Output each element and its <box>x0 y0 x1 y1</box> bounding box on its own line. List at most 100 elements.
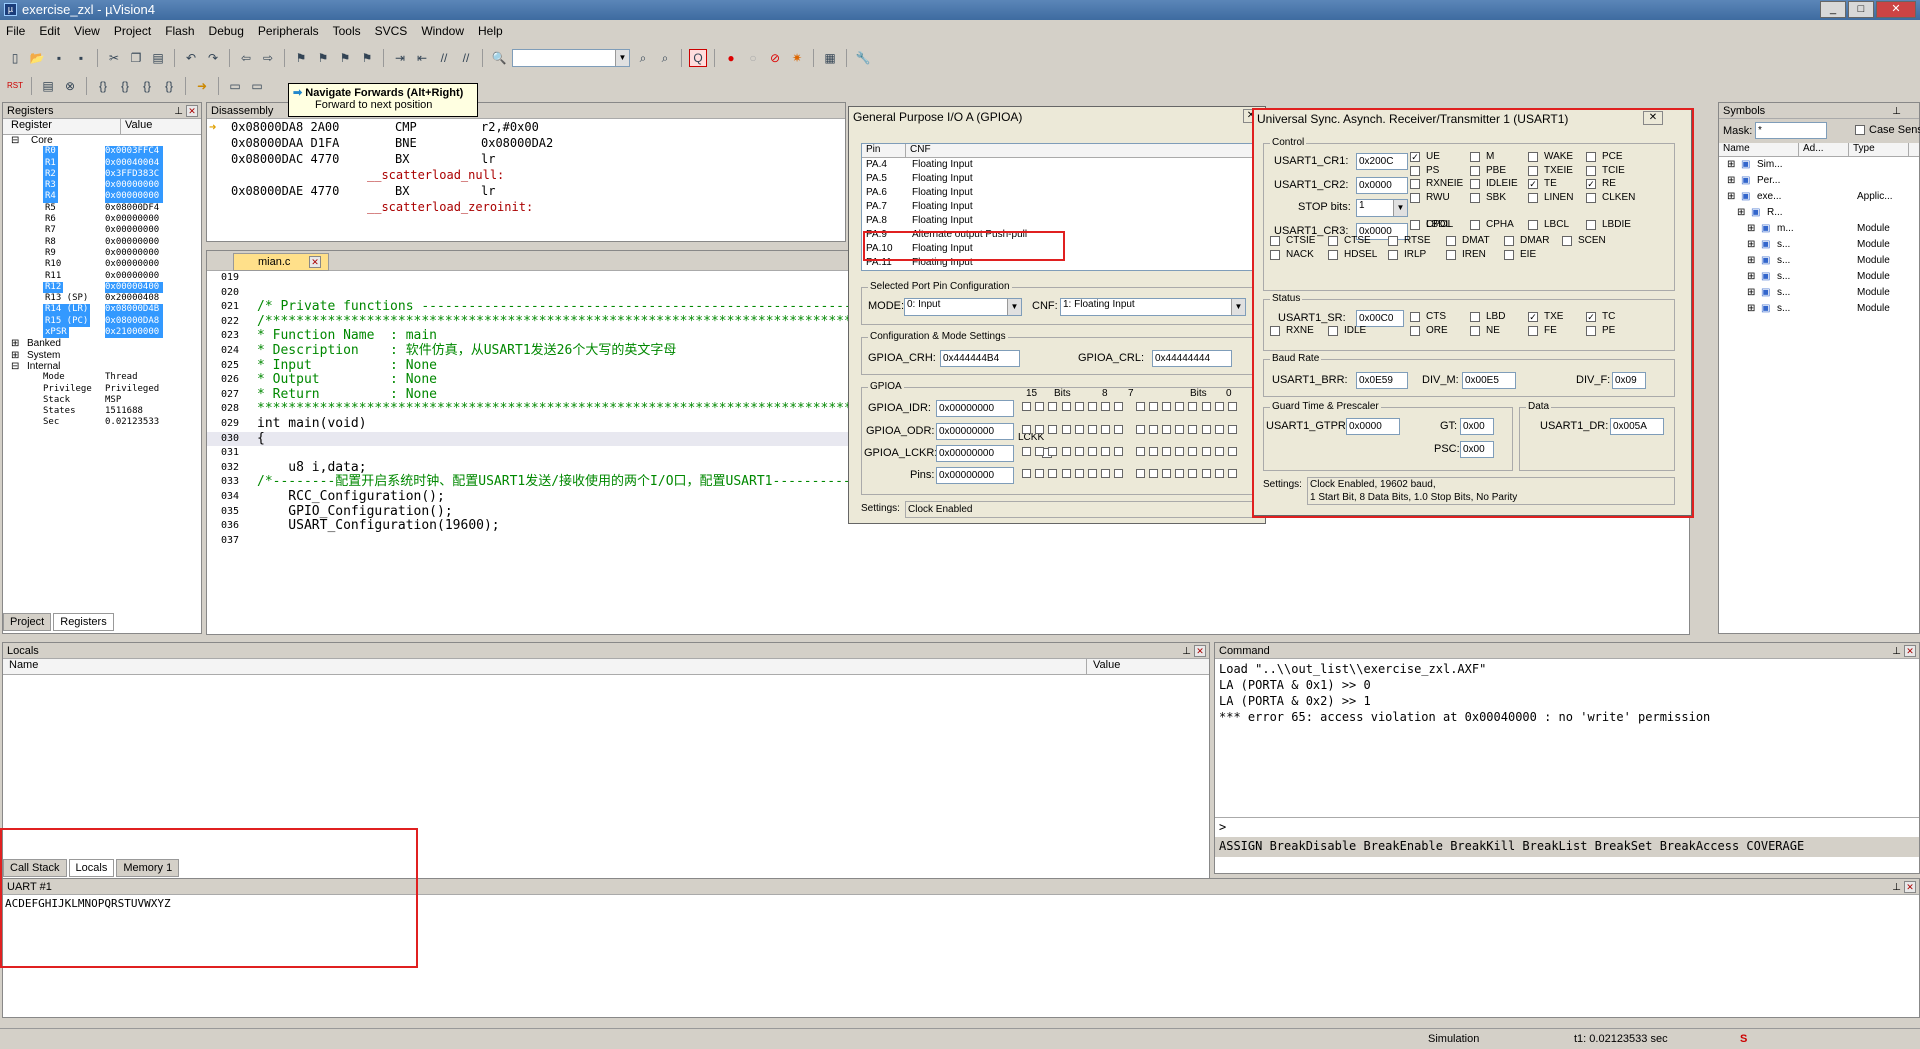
mode-select[interactable]: 0: Input ▼ <box>904 298 1022 316</box>
bit-checkbox[interactable] <box>1188 469 1198 478</box>
undo-icon[interactable]: ↶ <box>182 49 200 67</box>
pins-field[interactable]: 0x00000000 <box>936 467 1014 484</box>
register-row[interactable]: R6 0x00000000 <box>3 214 201 225</box>
disasm-line[interactable]: __scatterload_null: <box>223 167 845 183</box>
expand-icon[interactable]: ⊞ <box>1737 205 1745 221</box>
gpio-pin-row[interactable]: PA.6 Floating Input <box>862 186 1252 200</box>
register-row[interactable]: R12 0x00000400 <box>3 281 201 294</box>
bit-checkbox[interactable] <box>1101 425 1111 434</box>
bit-checkbox[interactable] <box>1175 425 1185 434</box>
bit-checkbox[interactable] <box>1048 402 1058 411</box>
register-row[interactable]: R8 0x00000000 <box>3 237 201 248</box>
register-row[interactable]: R5 0x08000DF4 <box>3 203 201 214</box>
gpio-pin-row[interactable]: PA.8 Floating Input <box>862 214 1252 228</box>
bit-checkbox[interactable] <box>1088 447 1097 456</box>
bit-checkbox[interactable] <box>1035 425 1045 434</box>
bookmark-next-icon[interactable]: ⚑ <box>336 49 354 67</box>
gpio-pin-row[interactable]: PA.7 Floating Input <box>862 200 1252 214</box>
bit-checkbox[interactable] <box>1201 425 1211 434</box>
expand-icon[interactable]: ⊞ <box>11 338 19 349</box>
minimize-button[interactable]: _ <box>1820 1 1846 18</box>
case-sensitive-checkbox[interactable] <box>1855 125 1865 135</box>
tab-close-icon[interactable]: ✕ <box>309 256 321 268</box>
odr-field[interactable]: 0x00000000 <box>936 423 1014 440</box>
disasm-line[interactable]: __scatterload_zeroinit: <box>223 199 845 215</box>
command-close-icon[interactable]: ✕ <box>1904 645 1916 657</box>
bit-checkbox[interactable] <box>1135 425 1145 434</box>
disasm-line[interactable]: 0x08000DAC 4770 BX lr <box>223 151 845 167</box>
register-row[interactable]: R15 (PC) 0x08000DA8 <box>3 315 201 328</box>
registers-close-icon[interactable]: ✕ <box>186 105 198 117</box>
uart-close-icon[interactable]: ✕ <box>1904 881 1916 893</box>
bit-checkbox[interactable] <box>1175 402 1185 411</box>
bit-checkbox[interactable] <box>1101 469 1111 478</box>
col-cnf[interactable]: CNF <box>906 144 931 157</box>
register-row[interactable]: R11 0x00000000 <box>3 271 201 282</box>
disassembly-window-icon[interactable]: ▭ <box>248 77 266 95</box>
bit-checkbox[interactable] <box>1101 402 1111 411</box>
collapse-icon[interactable]: ⊟ <box>11 135 19 146</box>
menu-flash[interactable]: Flash <box>165 24 194 38</box>
find-combo[interactable]: ▼ <box>512 49 630 67</box>
gpio-pin-row[interactable]: PA.4 Floating Input <box>862 158 1252 172</box>
tab-registers[interactable]: Registers <box>53 613 114 631</box>
close-button[interactable]: ✕ <box>1876 1 1916 18</box>
breakpoint-clear-icon[interactable]: ✷ <box>788 49 806 67</box>
expand-icon[interactable]: ⊞ <box>1747 285 1755 301</box>
bit-checkbox[interactable] <box>1162 425 1171 434</box>
col-register[interactable]: Register <box>3 119 121 134</box>
symbols-pin-icon[interactable]: ⊥ <box>1892 104 1901 120</box>
symbol-row[interactable]: ⊞ ▣ s... Module <box>1719 237 1919 253</box>
bit-checkbox[interactable] <box>1074 447 1084 456</box>
bookmark-prev-icon[interactable]: ⚑ <box>314 49 332 67</box>
bit-checkbox[interactable] <box>1088 425 1097 434</box>
bit-checkbox[interactable] <box>1035 469 1045 478</box>
menu-view[interactable]: View <box>74 24 100 38</box>
idr-field[interactable]: 0x00000000 <box>936 400 1014 417</box>
stop-icon[interactable]: ⊗ <box>61 77 79 95</box>
menu-tools[interactable]: Tools <box>333 24 361 38</box>
register-row[interactable]: R3 0x00000000 <box>3 180 201 192</box>
uncomment-icon[interactable]: // <box>457 49 475 67</box>
register-row[interactable]: R14 (LR) 0x08000D4B <box>3 304 201 316</box>
uart-pin-icon[interactable]: ⊥ <box>1892 880 1901 896</box>
locals-col-value[interactable]: Value <box>1087 659 1120 674</box>
register-row[interactable]: xPSR 0x21000000 <box>3 327 201 339</box>
menu-window[interactable]: Window <box>421 24 464 38</box>
bit-checkbox[interactable] <box>1162 469 1171 478</box>
bit-checkbox[interactable] <box>1148 402 1158 411</box>
symbol-row[interactable]: ⊞ ▣ R... <box>1719 205 1919 221</box>
bit-checkbox[interactable] <box>1175 469 1185 478</box>
expand-icon[interactable]: ⊞ <box>1747 253 1755 269</box>
bit-checkbox[interactable] <box>1135 402 1145 411</box>
symbol-row[interactable]: ⊞ ▣ m... Module <box>1719 221 1919 237</box>
gpio-pin-row[interactable]: PA.5 Floating Input <box>862 172 1252 186</box>
bit-checkbox[interactable] <box>1114 447 1124 456</box>
window-layout-icon[interactable]: ▦ <box>821 49 839 67</box>
internal-row[interactable]: Stack MSP <box>3 395 201 406</box>
debug-session-icon[interactable]: Q <box>689 49 707 67</box>
bit-checkbox[interactable] <box>1022 447 1031 456</box>
expand-icon[interactable]: ⊞ <box>1747 221 1755 237</box>
run-icon[interactable]: ▤ <box>39 77 57 95</box>
save-icon[interactable]: ▪ <box>50 49 68 67</box>
register-group[interactable]: ⊞ Banked <box>3 338 201 349</box>
bit-checkbox[interactable] <box>1074 402 1084 411</box>
bit-checkbox[interactable] <box>1114 469 1124 478</box>
bit-checkbox[interactable] <box>1114 425 1124 434</box>
register-row[interactable]: R7 0x00000000 <box>3 225 201 236</box>
cut-icon[interactable]: ✂ <box>105 49 123 67</box>
command-window-icon[interactable]: ▭ <box>226 77 244 95</box>
internal-row[interactable]: Sec 0.02123533 <box>3 417 201 428</box>
bit-checkbox[interactable] <box>1162 402 1171 411</box>
symbols-col[interactable]: Ad... <box>1799 143 1849 156</box>
code-line[interactable]: 037 <box>207 534 1689 549</box>
lckr-field[interactable]: 0x00000000 <box>936 445 1014 462</box>
bookmark-icon[interactable]: ⚑ <box>292 49 310 67</box>
locals-close-icon[interactable]: ✕ <box>1194 645 1206 657</box>
collapse-icon[interactable]: ⊟ <box>11 361 19 372</box>
reset-icon[interactable]: RST <box>6 77 24 95</box>
bit-checkbox[interactable] <box>1214 447 1224 456</box>
new-file-icon[interactable]: ▯ <box>6 49 24 67</box>
bit-checkbox[interactable] <box>1188 447 1198 456</box>
